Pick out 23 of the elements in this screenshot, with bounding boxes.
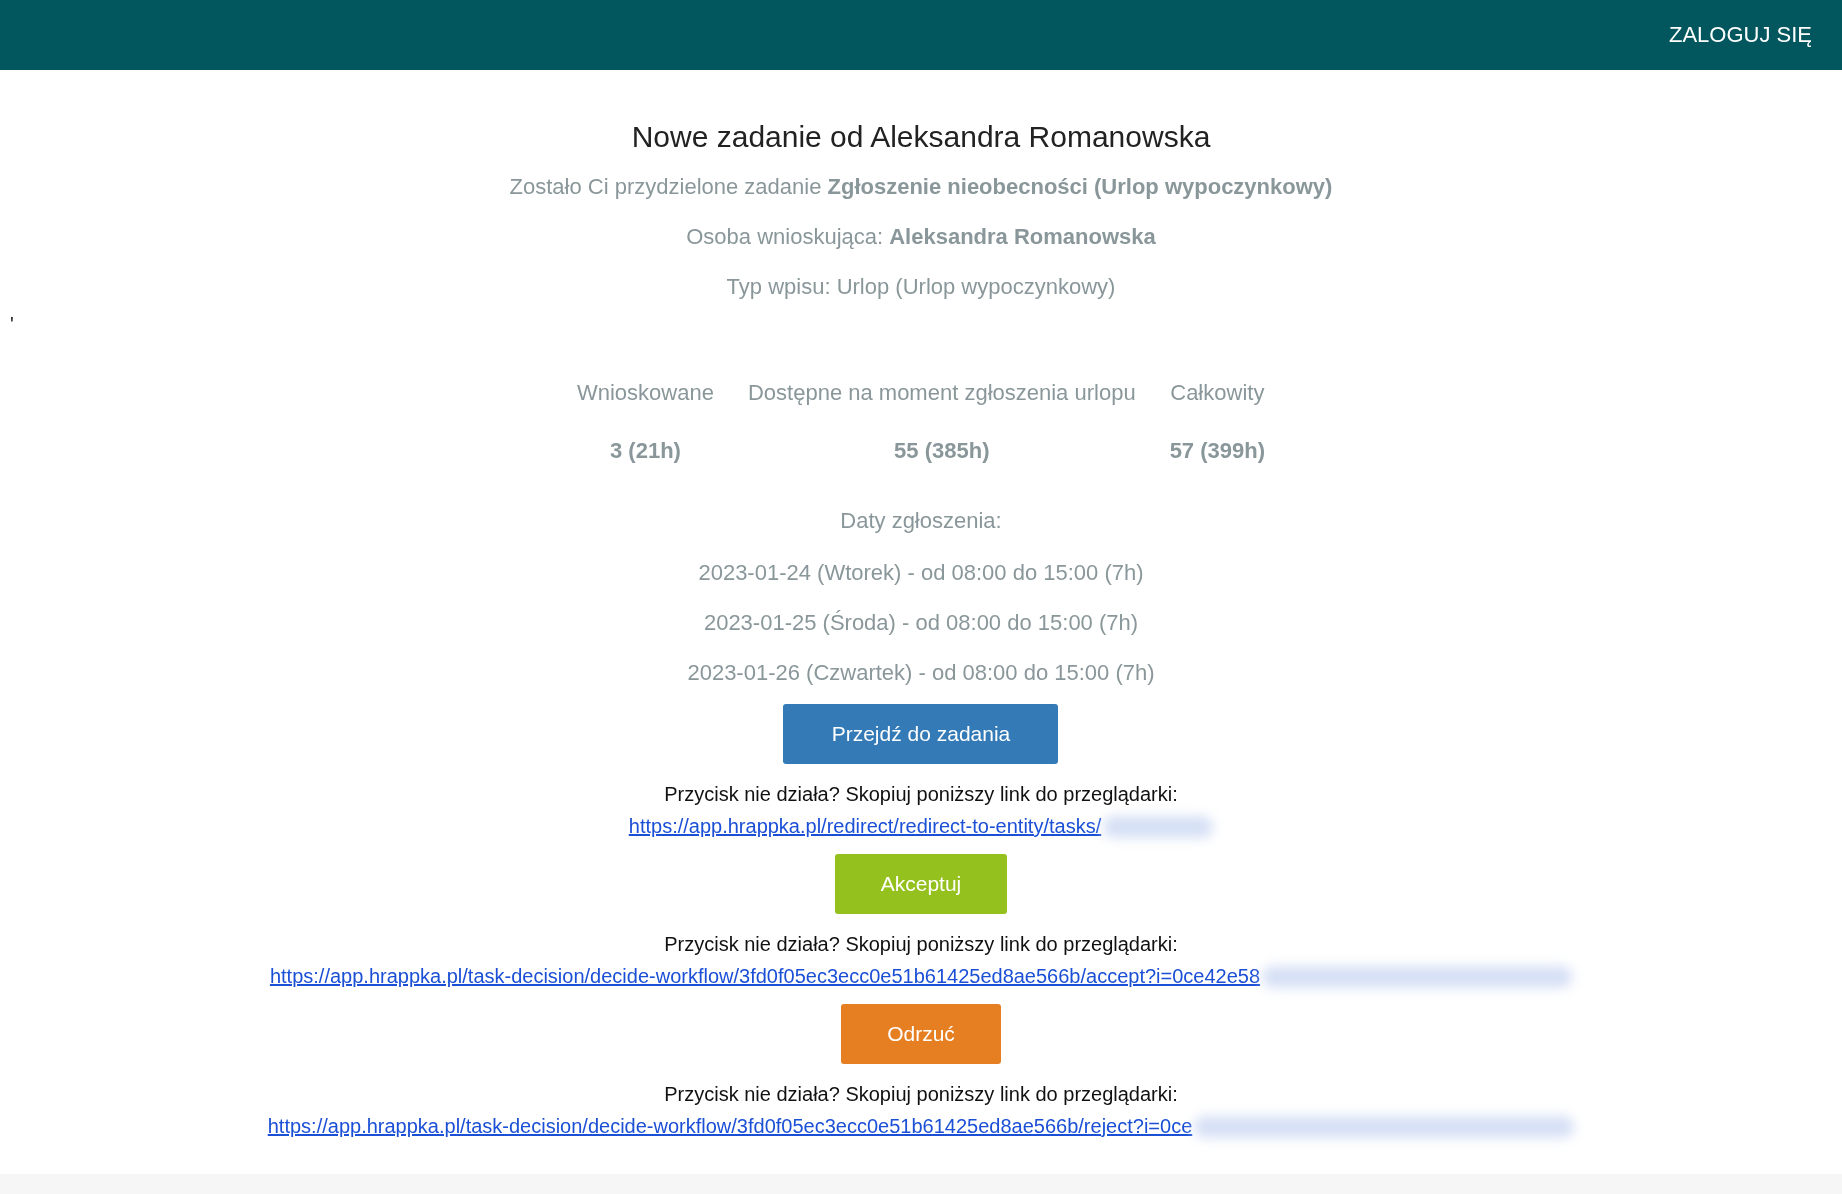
table-cell-text: 57 (399h) [1168,437,1266,465]
date-entry: 2023-01-24 (Wtorek) - od 08:00 do 15:00 (7h) [698,560,1144,586]
date-entry: 2023-01-26 (Czwartek) - od 08:00 do 15:00 (7h) [687,660,1155,686]
requester-text: Osoba wnioskująca: Aleksandra Romanowska [686,224,1156,250]
column-header: Dostępne na moment zgłoszenia urlopu [746,379,1137,407]
date-entry: 2023-01-25 (Środa) - od 08:00 do 15:00 (7h) [703,610,1139,636]
fallback-link[interactable]: https://app.hrappka.pl/redirect/redirect-to-entity/tasks/ [628,815,1102,838]
fallback-hint: Przycisk nie działa? Skopiuj poniższy link do przeglądarki: [664,783,1178,806]
column-header: Całkowity [1169,379,1266,407]
login-button[interactable]: ZALOGUJ SIĘ [1668,18,1812,52]
open-button[interactable]: Przejdź do zadania [783,704,1059,764]
column-header: Wnioskowane [576,379,715,407]
fallback-hint: Przycisk nie działa? Skopiuj poniższy link do przeglądarki: [664,1083,1178,1106]
table-cell-text: 55 (385h) [893,437,991,465]
fallback-hint: Przycisk nie działa? Skopiuj poniższy link do przeglądarki: [664,933,1178,956]
dates-label: Daty zgłoszenia: [840,508,1002,534]
entry-type-text: Typ wpisu: Urlop (Urlop wypoczynkowy) [726,274,1116,300]
table-cell-text: 3 (21h) [609,437,682,465]
email-title: Nowe zadanie od Aleksandra Romanowska [631,120,1211,154]
fallback-link[interactable]: https://app.hrappka.pl/task-decision/decide-workflow/3fd0f05ec3ecc0e51b61425ed8ae566b/reject?i=0ce [267,1115,1193,1138]
fallback-link[interactable]: https://app.hrappka.pl/task-decision/decide-workflow/3fd0f05ec3ecc0e51b61425ed8ae566b/accept?i=0ce42e58 [269,965,1261,988]
assignment-text: Zostało Ci przydzielone zadanie Zgłoszenie nieobecności (Urlop wypoczynkowy) [509,174,1333,200]
stray-mark: ' [10,313,14,335]
